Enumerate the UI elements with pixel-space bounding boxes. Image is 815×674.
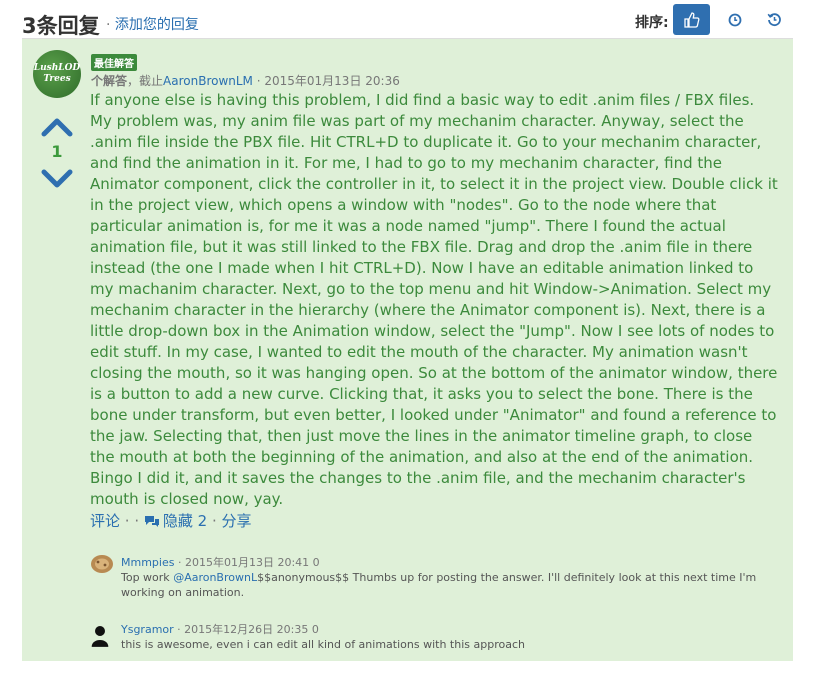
thumbs-up-icon — [683, 11, 699, 28]
action-separator: · — [134, 512, 144, 530]
action-separator: · — [120, 512, 135, 530]
history-icon — [767, 13, 781, 27]
best-answer-badge: 最佳解答 — [91, 54, 137, 71]
comment-text-prefix: Top work — [121, 571, 174, 584]
chevron-up-icon — [41, 118, 73, 137]
chevron-down-icon — [41, 169, 73, 188]
avatar-logo-line1: LushLOD — [33, 63, 81, 73]
vote-count: 1 — [51, 142, 63, 161]
comment-date: · 2015年01月13日 20:41 — [174, 556, 310, 569]
comment-text: Top work @AaronBrownL$$anonymous$$ Thumb… — [121, 570, 786, 600]
comment-item: Ysgramor · 2015年12月26日 20:35 0 this is a… — [90, 621, 780, 661]
mention-link[interactable]: @AaronBrownL — [173, 571, 257, 584]
sort-label: 排序: — [635, 15, 669, 31]
sort-by-history-button[interactable] — [756, 4, 793, 35]
answer-author-avatar[interactable]: LushLOD Trees — [33, 50, 81, 98]
answer-type-label: 个解答 — [91, 74, 128, 88]
vote-down-button[interactable] — [40, 167, 74, 191]
accepted-answer: LushLOD Trees 1 最佳解答 个解答，截止AaronBrownLM … — [22, 39, 793, 661]
add-reply-link[interactable]: 添加您的回复 — [115, 17, 199, 33]
avatar-logo-line2: Trees — [43, 74, 71, 84]
comment-score: 0 — [308, 623, 319, 636]
sort-by-votes-button[interactable] — [673, 4, 710, 35]
answers-header: 3条回复 · 添加您的回复 排序: — [22, 4, 793, 39]
comment-meta: Mmmpies · 2015年01月13日 20:41 0 — [121, 554, 320, 570]
answer-meta: 个解答，截止AaronBrownLM · 2015年01月13日 20:36 — [91, 72, 400, 89]
add-reply-area: · 添加您的回复 — [106, 14, 199, 34]
sort-by-date-button[interactable] — [716, 4, 753, 35]
comment-score: 0 — [309, 556, 320, 569]
header-separator: · — [106, 17, 115, 33]
answer-count-title: 3条回复 — [22, 14, 100, 38]
clock-icon — [728, 13, 741, 26]
comments-icon — [144, 516, 159, 527]
comment-link[interactable]: 评论 — [90, 512, 120, 530]
hide-comments-link[interactable]: 隐藏 2 — [163, 512, 207, 530]
comment-item: Mmmpies · 2015年01月13日 20:41 0 Top work @… — [90, 554, 780, 604]
answer-cutoff-label: ，截止 — [127, 74, 164, 88]
answer-body: If anyone else is having this problem, I… — [90, 91, 778, 508]
commenter-avatar[interactable] — [90, 623, 110, 649]
vote-up-button[interactable] — [40, 115, 74, 139]
answer-date: · 2015年01月13日 20:36 — [252, 74, 400, 88]
comment-date: · 2015年12月26日 20:35 — [173, 623, 309, 636]
commenter-avatar[interactable] — [90, 554, 114, 574]
share-link[interactable]: 分享 — [222, 512, 252, 530]
answer-actions: 评论 · · 隐藏 2 · 分享 — [90, 510, 252, 531]
action-separator: · — [207, 512, 222, 530]
comment-author-link[interactable]: Ysgramor — [121, 623, 174, 636]
comment-text: this is awesome, even i can edit all kin… — [121, 638, 525, 651]
comment-author-link[interactable]: Mmmpies — [121, 556, 174, 569]
comment-meta: Ysgramor · 2015年12月26日 20:35 0 — [121, 621, 319, 637]
answer-author-link[interactable]: AaronBrownLM — [163, 74, 253, 88]
